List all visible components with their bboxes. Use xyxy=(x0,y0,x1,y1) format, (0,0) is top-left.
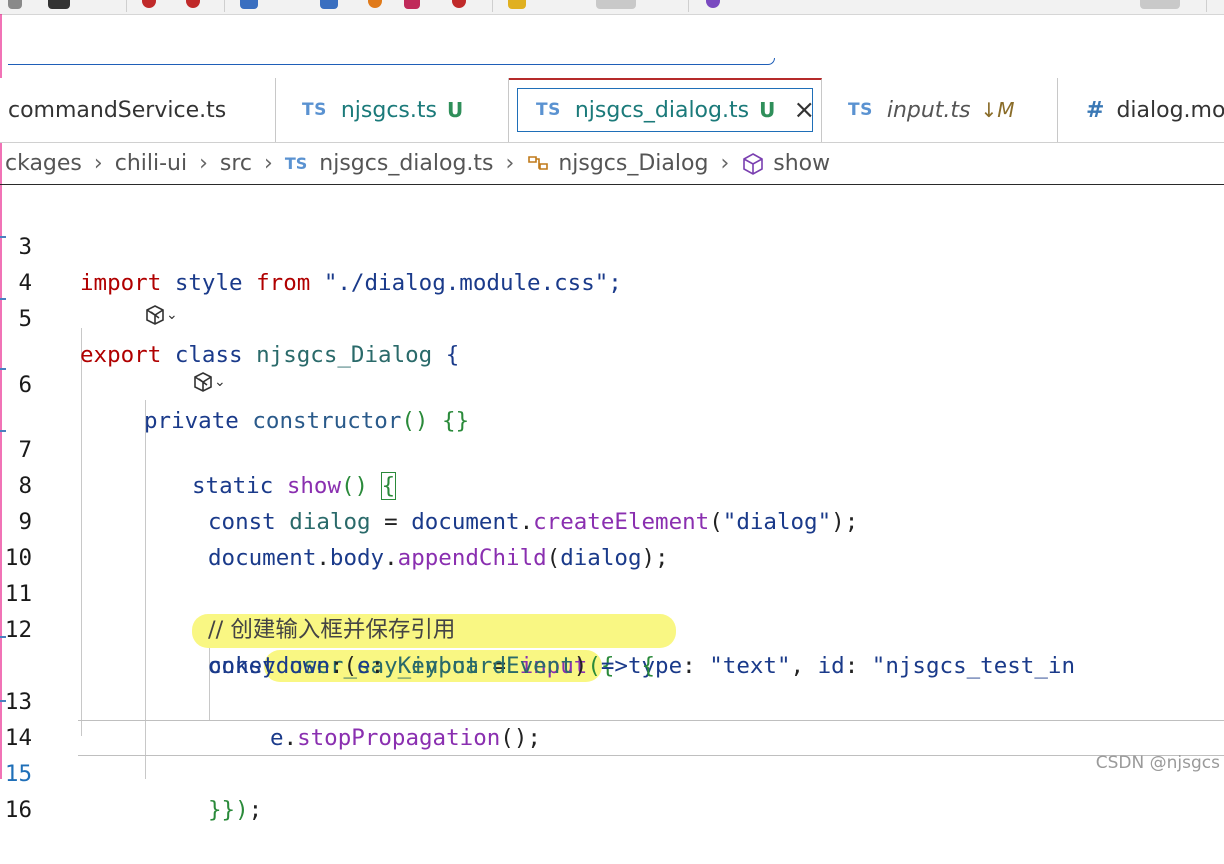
method-symbol-icon xyxy=(741,152,765,176)
divider xyxy=(126,0,127,12)
tab-input[interactable]: TS input.ts ↓M xyxy=(822,78,1058,142)
copilot-icon xyxy=(146,305,164,325)
code-line[interactable]: 6 private constructor() {} xyxy=(0,331,1224,434)
code-line[interactable]: 14 xyxy=(0,684,1224,751)
bookmark-icon[interactable] xyxy=(320,0,338,9)
css-file-icon: # xyxy=(1086,97,1105,123)
chevron-right-icon: › xyxy=(505,151,515,176)
code-line[interactable]: 10 xyxy=(0,504,1224,571)
git-status-badge: ↓M xyxy=(980,98,1015,122)
tab-dialog-module-css[interactable]: # dialog.mo xyxy=(1058,78,1224,142)
code-line[interactable]: 13 e.stopPropagation(); xyxy=(0,648,1224,751)
divider xyxy=(224,0,225,12)
extension-icon[interactable] xyxy=(142,0,156,8)
code-line[interactable]: 12 const user_say_input = input({ type: … xyxy=(0,576,1224,679)
line-number: 16 xyxy=(4,797,32,823)
git-status-badge: U xyxy=(446,98,464,122)
git-status-badge: U xyxy=(759,98,776,122)
bookmark-icon[interactable] xyxy=(404,0,420,9)
typescript-file-icon: TS xyxy=(302,100,327,120)
divider xyxy=(492,0,493,12)
browser-toolbar-strip xyxy=(0,0,1224,15)
code-line[interactable]: onkeydown:(e: KeyboardEvent) => { xyxy=(0,612,1224,679)
typescript-file-icon: TS xyxy=(536,100,561,120)
toolbar-button[interactable] xyxy=(596,0,636,9)
typescript-file-icon: TS xyxy=(848,100,873,120)
code-line[interactable]: 7 static show() { xyxy=(0,396,1224,500)
tab-njsgcs-dialog[interactable]: TS njsgcs_dialog.ts U × xyxy=(509,78,822,142)
code-editor[interactable]: 3 import style from "./dialog.module.css… xyxy=(0,186,1224,823)
tab-njsgcs[interactable]: TS njsgcs.ts U xyxy=(276,78,509,142)
search-bar-edge[interactable] xyxy=(8,58,775,65)
tab-commandservice[interactable]: commandService.ts xyxy=(0,78,276,142)
code-line[interactable]: 9 document.body.appendChild(dialog); xyxy=(0,468,1224,571)
breadcrumb: ckages › chili-ui › src › TS njsgcs_dial… xyxy=(0,143,1224,185)
code-line[interactable]: 4 xyxy=(0,229,1224,296)
chevron-down-icon[interactable]: ⌄ xyxy=(166,307,178,323)
codelens[interactable]: ⌄ xyxy=(192,371,226,393)
tab-label: dialog.mo xyxy=(1116,97,1224,123)
bookmark-icon[interactable] xyxy=(368,0,382,8)
watermark: CSDN @njsgcs xyxy=(1095,753,1220,773)
tab-label: input.ts xyxy=(886,97,971,123)
breadcrumb-item[interactable]: show xyxy=(773,151,830,176)
code-line[interactable]: 5 export class njsgcs_Dialog { xyxy=(0,265,1224,368)
operator-token: ; xyxy=(248,797,263,823)
tab-label: njsgcs.ts xyxy=(340,97,437,123)
chevron-down-icon[interactable]: ⌄ xyxy=(214,374,226,390)
browser-icon[interactable] xyxy=(8,0,22,9)
breadcrumb-item[interactable]: ckages xyxy=(5,151,82,176)
code-line[interactable]: 3 import style from "./dialog.module.css… xyxy=(0,193,1224,296)
chevron-right-icon: › xyxy=(93,151,103,176)
chevron-right-icon: › xyxy=(720,151,730,176)
breadcrumb-item[interactable]: njsgcs_Dialog xyxy=(558,151,708,176)
bookmark-icon[interactable] xyxy=(452,0,466,8)
class-symbol-icon xyxy=(526,153,550,175)
breadcrumb-item[interactable]: njsgcs_dialog.ts xyxy=(319,151,493,176)
copilot-icon xyxy=(194,372,212,392)
extension-icon[interactable] xyxy=(706,0,720,8)
code-line[interactable]: 15 }}); xyxy=(0,720,1224,823)
browser-icon[interactable] xyxy=(48,0,70,9)
tab-label: commandService.ts xyxy=(8,97,227,123)
brace-token: }}) xyxy=(208,797,249,823)
divider xyxy=(1206,0,1207,12)
chevron-right-icon: › xyxy=(199,151,208,176)
chevron-right-icon: › xyxy=(264,151,273,176)
active-tab-focus-ring: TS njsgcs_dialog.ts U × xyxy=(517,88,815,132)
extension-icon[interactable] xyxy=(186,0,200,8)
breadcrumb-item[interactable]: src xyxy=(220,151,252,176)
code-line[interactable]: 11 // 创建输入框并保存引用 xyxy=(0,540,1224,643)
breadcrumb-item[interactable]: chili-ui xyxy=(115,151,187,176)
close-icon[interactable]: × xyxy=(793,97,815,123)
typescript-file-icon: TS xyxy=(284,154,308,173)
divider xyxy=(688,0,689,12)
bookmark-icon[interactable] xyxy=(240,0,258,9)
toolbar-button[interactable] xyxy=(1140,0,1180,9)
star-icon[interactable] xyxy=(508,0,526,9)
code-line[interactable]: 16 xyxy=(0,756,1224,823)
editor-tab-bar: commandService.ts TS njsgcs.ts U TS njsg… xyxy=(0,78,1224,143)
codelens[interactable]: ⌄ xyxy=(144,304,178,326)
tab-label: njsgcs_dialog.ts xyxy=(574,97,750,123)
code-line[interactable]: 8 const dialog = document.createElement(… xyxy=(0,432,1224,535)
